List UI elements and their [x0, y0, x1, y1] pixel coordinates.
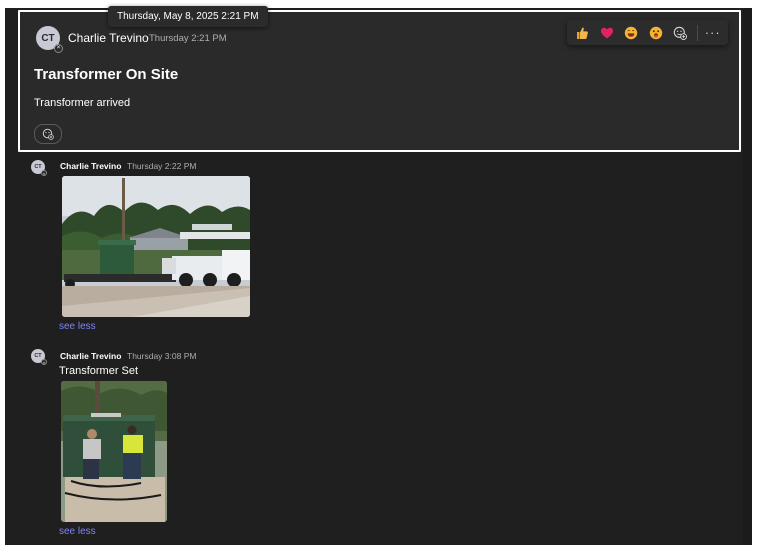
see-less-link[interactable]: see less — [59, 321, 96, 332]
add-reaction-button[interactable] — [34, 124, 62, 144]
photo-content — [62, 176, 250, 317]
message-subject: Transformer On Site — [34, 66, 179, 83]
avatar-initials: CT — [34, 353, 42, 359]
sender-name[interactable]: Charlie Trevino — [60, 161, 121, 171]
transformer-delivery-photo[interactable] — [62, 176, 250, 317]
avatar-initials: CT — [41, 32, 55, 44]
avatar-initials: CT — [34, 164, 42, 170]
message-timestamp[interactable]: Thursday 2:21 PM — [149, 33, 227, 44]
sender-name[interactable]: Charlie Trevino — [60, 351, 121, 361]
app-frame: CT × Charlie Trevino Thursday 2:21 PM Tr… — [0, 0, 758, 548]
message-timestamp[interactable]: Thursday 2:22 PM — [127, 161, 196, 171]
avatar[interactable]: CT × — [31, 349, 47, 365]
like-icon — [577, 27, 589, 39]
surprised-reaction-button[interactable] — [647, 23, 666, 42]
add-reaction-icon — [674, 26, 688, 40]
scroll-rail[interactable] — [743, 8, 752, 545]
avatar[interactable]: CT × — [36, 26, 63, 53]
surprised-icon — [649, 26, 662, 39]
avatar[interactable]: CT × — [31, 160, 47, 176]
toolbar-divider — [696, 24, 698, 41]
message-timestamp[interactable]: Thursday 3:08 PM — [127, 351, 196, 361]
message-body: Transformer arrived — [34, 97, 131, 109]
message-body: Transformer Set — [59, 365, 139, 377]
like-reaction-button[interactable] — [573, 23, 592, 42]
reaction-toolbar: ··· — [567, 20, 728, 45]
see-less-link[interactable]: see less — [59, 526, 96, 537]
presence-status-icon: × — [54, 44, 63, 53]
heart-reaction-button[interactable] — [598, 23, 617, 42]
add-reaction-icon — [42, 128, 54, 140]
timestamp-tooltip: Thursday, May 8, 2025 2:21 PM — [108, 6, 268, 27]
laugh-icon — [625, 26, 638, 39]
laugh-reaction-button[interactable] — [622, 23, 641, 42]
heart-icon — [600, 27, 613, 38]
more-reactions-button[interactable] — [671, 23, 690, 42]
more-options-icon: ··· — [704, 25, 721, 40]
presence-status-icon: × — [41, 170, 47, 176]
transformer-set-photo[interactable] — [61, 381, 167, 522]
presence-status-icon: × — [41, 359, 47, 365]
more-options-button[interactable]: ··· — [703, 23, 722, 42]
photo-content — [61, 381, 167, 522]
sender-name[interactable]: Charlie Trevino — [68, 31, 149, 45]
